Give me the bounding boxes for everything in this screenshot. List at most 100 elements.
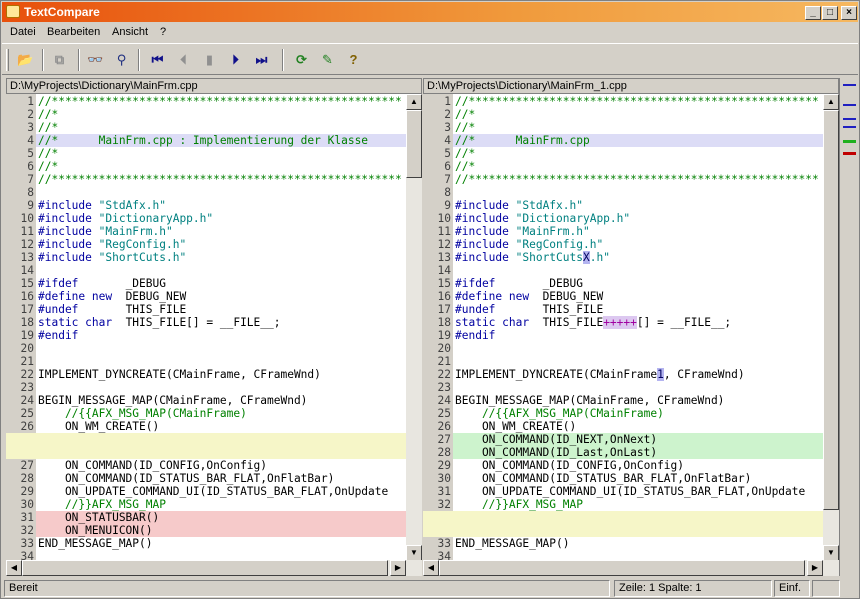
code-line[interactable]: 26 ON_WM_CREATE(): [6, 420, 406, 433]
code-line[interactable]: 12 #include "RegConfig.h": [423, 238, 823, 251]
scroll-down-icon[interactable]: ▼: [823, 545, 839, 561]
next-diff-icon[interactable]: ⏵: [224, 49, 247, 71]
code-line[interactable]: 22 IMPLEMENT_DYNCREATE(CMainFrame, CFrame…: [6, 368, 406, 381]
code-line[interactable]: 18 static char THIS_FILE[] = __FILE__;: [6, 316, 406, 329]
title-bar[interactable]: TextCompare _ □ ×: [2, 2, 858, 22]
right-vertical-scrollbar[interactable]: ▲ ▼: [823, 94, 839, 561]
code-line[interactable]: 33 END_MESSAGE_MAP(): [6, 537, 406, 550]
code-line[interactable]: 6//*: [6, 160, 406, 173]
scroll-right-icon[interactable]: ▶: [807, 560, 823, 576]
current-diff-icon[interactable]: ▮: [198, 49, 221, 71]
code-line[interactable]: 19 #endif: [423, 329, 823, 342]
code-line[interactable]: 29 ON_COMMAND(ID_CONFIG,OnConfig): [423, 459, 823, 472]
code-line[interactable]: 31 ON_STATUSBAR(): [6, 511, 406, 524]
code-line[interactable]: 15 #ifdef _DEBUG: [6, 277, 406, 290]
code-line[interactable]: 31 ON_UPDATE_COMMAND_UI(ID_STATUS_BAR_FL…: [423, 485, 823, 498]
scroll-left-icon[interactable]: ◀: [423, 560, 439, 576]
code-line[interactable]: 23: [423, 381, 823, 394]
code-line[interactable]: 27 ON_COMMAND(ID_CONFIG,OnConfig): [6, 459, 406, 472]
minimize-button[interactable]: _: [805, 6, 821, 20]
code-line[interactable]: 7//*************************************…: [423, 173, 823, 186]
binoculars-icon[interactable]: 👓: [84, 49, 107, 71]
code-line[interactable]: 11 #include "MainFrm.h": [423, 225, 823, 238]
overview-mark-modified[interactable]: [843, 126, 856, 128]
scroll-thumb[interactable]: [439, 560, 805, 576]
left-vertical-scrollbar[interactable]: ▲ ▼: [406, 94, 422, 561]
scroll-right-icon[interactable]: ▶: [390, 560, 406, 576]
prev-diff-icon[interactable]: ⏴: [172, 49, 195, 71]
code-line[interactable]: 6//*: [423, 160, 823, 173]
overview-mark-added[interactable]: [843, 140, 856, 143]
overview-mark-modified[interactable]: [843, 104, 856, 106]
code-line[interactable]: 1//*************************************…: [423, 95, 823, 108]
code-line[interactable]: 30 //}}AFX_MSG_MAP: [6, 498, 406, 511]
code-line[interactable]: 16 #define new DEBUG_NEW: [423, 290, 823, 303]
code-line[interactable]: 32 ON_MENUICON(): [6, 524, 406, 537]
code-line[interactable]: 27 ON_COMMAND(ID_NEXT,OnNext): [423, 433, 823, 446]
code-line[interactable]: 21: [423, 355, 823, 368]
code-line[interactable]: 11 #include "MainFrm.h": [6, 225, 406, 238]
scroll-thumb[interactable]: [22, 560, 388, 576]
find-next-icon[interactable]: ⚲: [110, 49, 133, 71]
code-line[interactable]: 4//* MainFrm.cpp : Implementierung der K…: [6, 134, 406, 147]
overview-mark-modified[interactable]: [843, 84, 856, 86]
code-line[interactable]: [6, 433, 406, 446]
code-line[interactable]: 21: [6, 355, 406, 368]
code-line[interactable]: 25 //{{AFX_MSG_MAP(CMainFrame): [6, 407, 406, 420]
code-line[interactable]: 15 #ifdef _DEBUG: [423, 277, 823, 290]
code-line[interactable]: 8: [6, 186, 406, 199]
code-line[interactable]: 32 //}}AFX_MSG_MAP: [423, 498, 823, 511]
refresh-icon[interactable]: ⟳: [290, 49, 313, 71]
code-line[interactable]: 17 #undef THIS_FILE: [6, 303, 406, 316]
diff-overview-bar[interactable]: [839, 78, 859, 576]
open-folder-icon[interactable]: 📂: [14, 49, 37, 71]
toolbar-grip[interactable]: [6, 49, 9, 71]
code-line[interactable]: 1//*************************************…: [6, 95, 406, 108]
scroll-thumb[interactable]: [823, 110, 839, 510]
code-line[interactable]: 20: [423, 342, 823, 355]
code-line[interactable]: 17 #undef THIS_FILE: [423, 303, 823, 316]
code-line[interactable]: 2//*: [423, 108, 823, 121]
code-line[interactable]: [423, 511, 823, 524]
code-line[interactable]: [423, 524, 823, 537]
code-line[interactable]: 23: [6, 381, 406, 394]
close-button[interactable]: ×: [841, 6, 857, 20]
code-line[interactable]: 7//*************************************…: [6, 173, 406, 186]
code-line[interactable]: 13 #include "ShortCutsX.h": [423, 251, 823, 264]
copy-icon[interactable]: ⧉: [48, 49, 71, 71]
code-line[interactable]: 13 #include "ShortCuts.h": [6, 251, 406, 264]
code-line[interactable]: 24 BEGIN_MESSAGE_MAP(CMainFrame, CFrameWn…: [423, 394, 823, 407]
menu-datei[interactable]: Datei: [10, 26, 36, 38]
code-line[interactable]: 12 #include "RegConfig.h": [6, 238, 406, 251]
right-horizontal-scrollbar[interactable]: ◀ ▶: [423, 560, 839, 576]
code-line[interactable]: 18 static char THIS_FILE+++++[] = __FILE_…: [423, 316, 823, 329]
overview-mark-modified[interactable]: [843, 118, 856, 120]
options-icon[interactable]: ✎: [316, 49, 339, 71]
menu-help[interactable]: ?: [160, 26, 166, 38]
scroll-thumb[interactable]: [406, 110, 422, 178]
code-line[interactable]: 29 ON_UPDATE_COMMAND_UI(ID_STATUS_BAR_FL…: [6, 485, 406, 498]
code-line[interactable]: 16 #define new DEBUG_NEW: [6, 290, 406, 303]
code-line[interactable]: 10 #include "DictionaryApp.h": [423, 212, 823, 225]
code-line[interactable]: 3//*: [423, 121, 823, 134]
code-line[interactable]: 28 ON_COMMAND(ID_Last,OnLast): [423, 446, 823, 459]
code-line[interactable]: 30 ON_COMMAND(ID_STATUS_BAR_FLAT,OnFlatB…: [423, 472, 823, 485]
code-line[interactable]: 19 #endif: [6, 329, 406, 342]
scroll-left-icon[interactable]: ◀: [6, 560, 22, 576]
code-line[interactable]: 10 #include "DictionaryApp.h": [6, 212, 406, 225]
maximize-button[interactable]: □: [822, 6, 838, 20]
scroll-up-icon[interactable]: ▲: [406, 94, 422, 110]
scroll-up-icon[interactable]: ▲: [823, 94, 839, 110]
code-line[interactable]: 25 //{{AFX_MSG_MAP(CMainFrame): [423, 407, 823, 420]
code-line[interactable]: 4//* MainFrm.cpp: [423, 134, 823, 147]
code-line[interactable]: 3//*: [6, 121, 406, 134]
scroll-down-icon[interactable]: ▼: [406, 545, 422, 561]
code-line[interactable]: 8: [423, 186, 823, 199]
code-line[interactable]: 5//*: [6, 147, 406, 160]
code-line[interactable]: 20: [6, 342, 406, 355]
code-line[interactable]: 28 ON_COMMAND(ID_STATUS_BAR_FLAT,OnFlatB…: [6, 472, 406, 485]
left-horizontal-scrollbar[interactable]: ◀ ▶: [6, 560, 422, 576]
right-editor[interactable]: 1//*************************************…: [423, 94, 823, 561]
code-line[interactable]: 22 IMPLEMENT_DYNCREATE(CMainFrame1, CFram…: [423, 368, 823, 381]
code-line[interactable]: 5//*: [423, 147, 823, 160]
